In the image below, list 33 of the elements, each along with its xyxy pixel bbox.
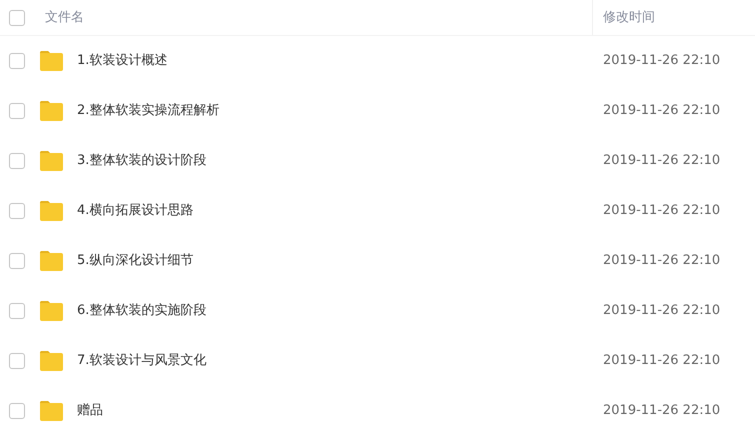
folder-icon — [39, 400, 64, 422]
checkbox[interactable] — [9, 253, 25, 269]
file-name[interactable]: 5.纵向深化设计细节 — [77, 253, 194, 268]
file-name[interactable]: 3.整体软装的设计阶段 — [77, 153, 206, 168]
modified-time: 2019-11-26 22:10 — [603, 253, 720, 268]
checkbox[interactable] — [9, 103, 25, 119]
modified-time: 2019-11-26 22:10 — [603, 203, 720, 218]
file-name[interactable]: 7.软装设计与风景文化 — [77, 353, 206, 368]
file-name[interactable]: 赠品 — [77, 403, 103, 418]
modified-time: 2019-11-26 22:10 — [603, 403, 720, 418]
file-name[interactable]: 4.横向拓展设计思路 — [77, 203, 194, 218]
checkbox[interactable] — [9, 53, 25, 69]
folder-icon — [39, 200, 64, 222]
folder-icon — [39, 250, 64, 272]
checkbox[interactable] — [9, 353, 25, 369]
folder-icon — [39, 350, 64, 372]
checkbox[interactable] — [9, 10, 25, 26]
folder-icon — [39, 100, 64, 122]
folder-icon — [39, 50, 64, 72]
file-name[interactable]: 2.整体软装实操流程解析 — [77, 103, 220, 118]
checkbox[interactable] — [9, 403, 25, 419]
modified-time: 2019-11-26 22:10 — [603, 153, 720, 168]
checkbox[interactable] — [9, 153, 25, 169]
file-name[interactable]: 6.整体软装的实施阶段 — [77, 303, 206, 318]
checkbox[interactable] — [9, 203, 25, 219]
modified-time: 2019-11-26 22:10 — [603, 303, 720, 318]
file-name[interactable]: 1.软装设计概述 — [77, 53, 168, 68]
checkbox[interactable] — [9, 303, 25, 319]
modified-time: 2019-11-26 22:10 — [603, 353, 720, 368]
modified-time: 2019-11-26 22:10 — [603, 103, 720, 118]
folder-icon — [39, 300, 64, 322]
folder-icon — [39, 150, 64, 172]
modified-time: 2019-11-26 22:10 — [603, 53, 720, 68]
